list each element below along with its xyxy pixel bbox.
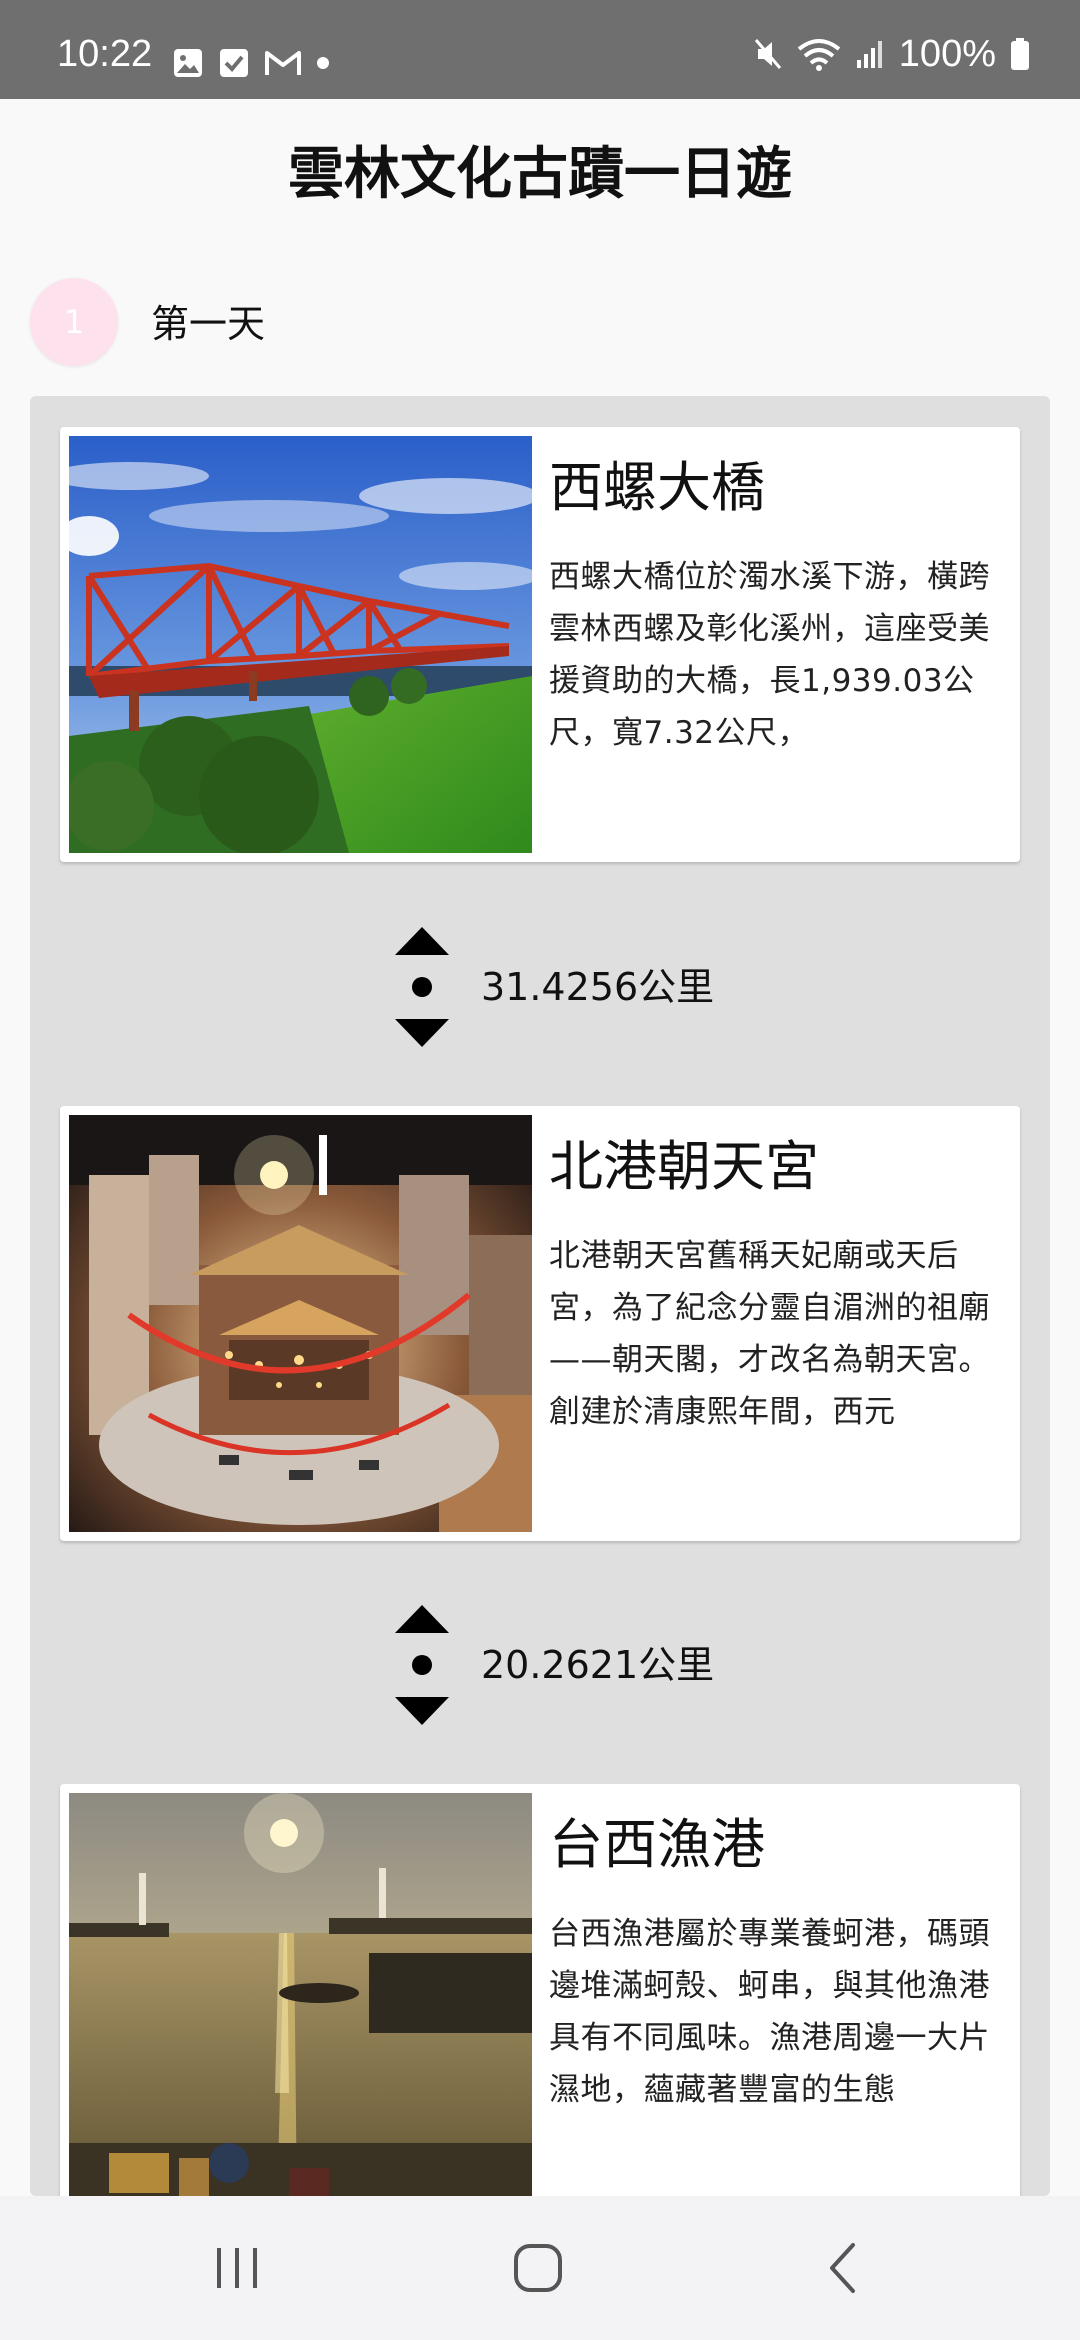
back-button[interactable]	[762, 2196, 922, 2340]
distance-row: 20.2621公里	[395, 1605, 714, 1725]
place-description: 台西漁港屬於專業養蚵港，碼頭邊堆滿蚵殼、蚵串，與其他漁港具有不同風味。漁港周邊一…	[549, 1916, 990, 2108]
status-system-icons: 100%	[753, 34, 1030, 74]
place-card[interactable]: 台西漁港 台西漁港屬於專業養蚵港，碼頭邊堆滿蚵殼、蚵串，與其他漁港具有不同風味。…	[60, 1784, 1020, 2219]
status-notification-icons	[172, 47, 330, 79]
place-name: 台西漁港	[549, 1813, 765, 1876]
signal-icon	[856, 41, 882, 68]
place-photo-harbor	[69, 1793, 532, 2210]
distance-arrows-icon	[395, 1605, 449, 1725]
recent-apps-button[interactable]	[157, 2196, 317, 2340]
distance-value: 31.4256公里	[481, 965, 715, 1009]
home-icon	[514, 2244, 562, 2292]
place-photo-temple	[69, 1115, 532, 1532]
place-name: 北港朝天宮	[549, 1135, 819, 1198]
page-title: 雲林文化古蹟一日遊	[288, 142, 792, 207]
place-name: 西螺大橋	[549, 456, 765, 519]
back-icon	[830, 2243, 855, 2293]
wifi-icon	[797, 39, 841, 71]
place-description: 北港朝天宮舊稱天妃廟或天后宮，為了紀念分靈自湄洲的祖廟——朝天閣，才改名為朝天宮…	[549, 1238, 990, 1430]
battery-icon	[1011, 38, 1029, 70]
system-nav-bar	[0, 2196, 1080, 2340]
dot-icon	[317, 57, 329, 69]
status-time: 10:22	[57, 33, 153, 75]
status-bar: 10:22 100%	[0, 0, 1080, 99]
mute-icon	[754, 39, 781, 69]
distance-row: 31.4256公里	[395, 927, 714, 1047]
place-photo-bridge	[69, 436, 532, 853]
gmail-icon	[265, 51, 301, 75]
place-description: 西螺大橋位於濁水溪下游，橫跨雲林西螺及彰化溪州，這座受美援資助的大橋，長1,93…	[549, 559, 990, 751]
day-label: 第一天	[151, 302, 266, 346]
recent-apps-icon	[217, 2248, 257, 2288]
home-button[interactable]	[458, 2196, 618, 2340]
battery-percent: 100%	[898, 33, 996, 75]
image-icon	[174, 49, 202, 77]
day-number-badge: 1	[30, 278, 118, 366]
distance-value: 20.2621公里	[481, 1643, 715, 1687]
distance-arrows-icon	[395, 927, 449, 1047]
place-card[interactable]: 北港朝天宮 北港朝天宮舊稱天妃廟或天后宮，為了紀念分靈自湄洲的祖廟——朝天閣，才…	[60, 1106, 1020, 1541]
place-card[interactable]: 西螺大橋 西螺大橋位於濁水溪下游，橫跨雲林西螺及彰化溪州，這座受美援資助的大橋，…	[60, 427, 1020, 862]
checkbox-icon	[220, 49, 248, 77]
